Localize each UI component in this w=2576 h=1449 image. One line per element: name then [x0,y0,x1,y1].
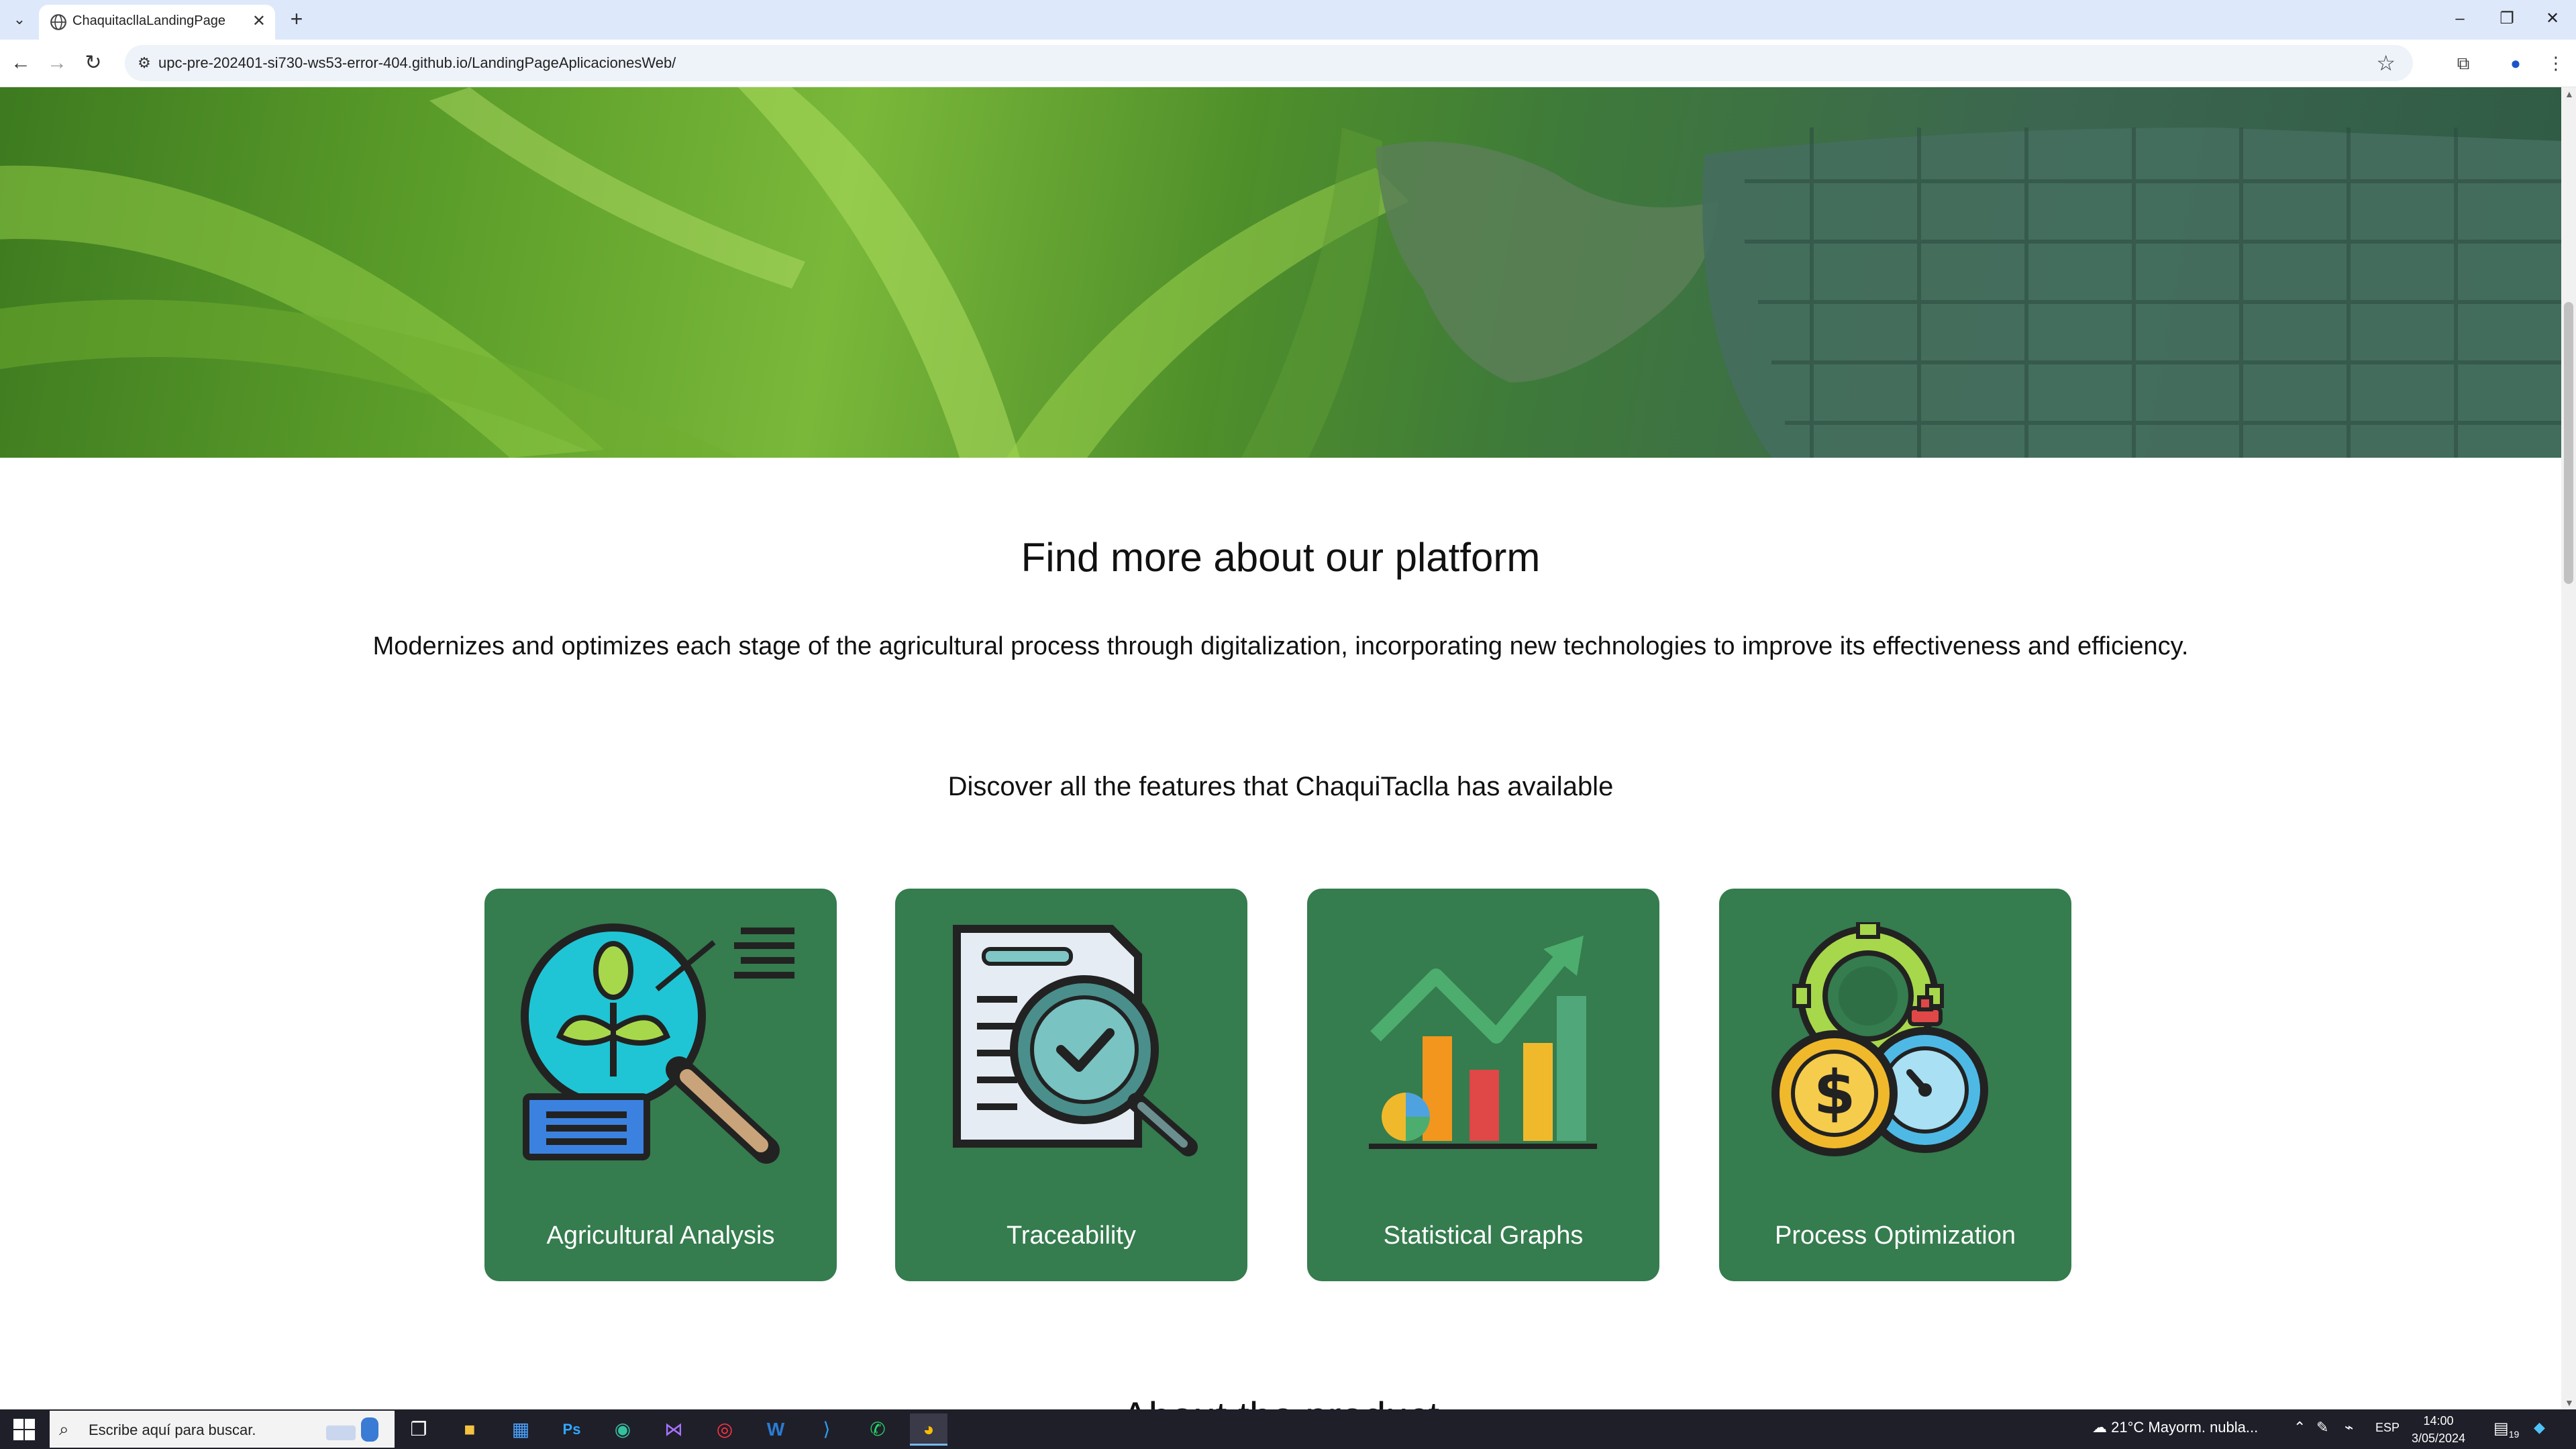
windows-taskbar: ⌕ Escribe aquí para buscar. ❐ ■ ▦ Ps ◉ ⋈… [0,1409,2576,1449]
reload-icon[interactable]: ↻ [79,49,107,77]
next-section-title: About the product [0,1393,2561,1409]
scroll-up-icon[interactable]: ▲ [2565,89,2574,99]
svg-text:$: $ [1814,1058,1856,1128]
edge-browser-icon[interactable]: ◉ [607,1413,639,1446]
section-description: Modernizes and optimizes each stage of t… [372,632,2189,660]
weather-text: 21°C Mayorm. nubla... [2111,1419,2259,1436]
tray-chevron-up-icon[interactable]: ⌃ [2294,1419,2306,1436]
taskbar-clock[interactable]: 14:00 3/05/2024 [2404,1412,2473,1447]
browser-tab-active[interactable]: ChaquitacllaLandingPage ✕ [39,5,275,40]
process-optimization-icon: $ [1771,922,1988,1156]
features-title: Discover all the features that ChaquiTac… [947,772,1614,801]
teams-icon[interactable]: ◆ [2534,1419,2545,1436]
visual-studio-icon[interactable]: ⋈ [658,1413,690,1446]
search-icon: ⌕ [59,1419,69,1439]
opera-icon[interactable]: ◎ [709,1413,741,1446]
feature-label: Agricultural Analysis [546,1221,775,1250]
microsoft-store-icon[interactable]: ▦ [505,1413,537,1446]
feature-label: Process Optimization [1774,1221,2016,1250]
task-view-icon[interactable]: ❐ [403,1413,435,1446]
search-highlight-icon [326,1417,378,1442]
whatsapp-icon[interactable]: ✆ [862,1413,894,1446]
feature-card-traceability[interactable]: Traceability [895,889,1247,1281]
address-bar[interactable]: ⚙ upc-pre-202401-si730-ws53-error-404.gi… [125,45,2413,81]
forward-arrow-icon[interactable]: → [43,49,71,77]
browser-toolbar: ← → ↻ ⚙ upc-pre-202401-si730-ws53-error-… [0,40,2576,87]
agricultural-analysis-icon [521,923,794,1164]
cloud-icon: ☁ [2092,1419,2107,1436]
photoshop-icon[interactable]: Ps [556,1413,588,1446]
close-window-icon[interactable]: ✕ [2532,5,2573,32]
globe-icon [50,14,66,30]
tab-title: ChaquitacllaLandingPage [72,13,225,28]
traceability-icon [953,925,1198,1156]
restore-icon[interactable]: ❐ [2487,5,2527,32]
network-icon[interactable]: ⌁ [2345,1419,2353,1436]
windows-start-icon[interactable] [9,1415,39,1444]
vscode-icon[interactable]: ⟩ [811,1413,843,1446]
minimize-icon[interactable]: – [2440,5,2480,32]
extensions-icon[interactable]: ⧉ [2449,49,2477,77]
section-title: Find more about our platform [1021,535,1541,580]
tab-close-icon[interactable]: ✕ [252,11,266,31]
tab-search-chevron-icon[interactable]: ⌄ [7,7,32,32]
notification-count: 19 [2508,1428,2520,1440]
page-scrollbar[interactable]: ▲ ▼ [2561,87,2576,1409]
browser-menu-icon[interactable]: ⋮ [2542,49,2570,77]
page-viewport: Find more about our platform Modernizes … [0,87,2561,1409]
feature-label: Traceability [1007,1221,1136,1250]
new-tab-button[interactable]: + [283,7,310,32]
url-text[interactable]: upc-pre-202401-si730-ws53-error-404.gith… [158,54,676,72]
feature-card-statistical-graphs[interactable]: Statistical Graphs [1307,889,1659,1281]
word-icon[interactable]: W [760,1413,792,1446]
hero-image [0,87,2561,458]
taskbar-search-box[interactable]: ⌕ Escribe aquí para buscar. [50,1411,395,1448]
search-placeholder: Escribe aquí para buscar. [89,1421,256,1438]
profile-avatar-icon[interactable]: ● [2502,49,2530,77]
weather-widget[interactable]: ☁ 21°C Mayorm. nubla... [2092,1419,2258,1436]
chrome-icon[interactable]: ◕ [910,1413,947,1446]
browser-tab-bar: ⌄ ChaquitacllaLandingPage ✕ + – ❐ ✕ [0,0,2576,40]
pen-icon[interactable]: ✎ [2316,1419,2328,1436]
notification-center-icon[interactable]: ▤19 [2493,1419,2519,1440]
scrollbar-thumb[interactable] [2564,302,2573,584]
language-indicator[interactable]: ESP [2375,1421,2400,1435]
file-explorer-icon[interactable]: ■ [454,1413,486,1446]
feature-label: Statistical Graphs [1383,1221,1584,1250]
feature-card-agricultural-analysis[interactable]: Agricultural Analysis [484,889,837,1281]
scroll-down-icon[interactable]: ▼ [2565,1397,2574,1408]
clock-date: 3/05/2024 [2411,1432,2466,1445]
statistical-graphs-icon [1369,936,1597,1149]
clock-time: 14:00 [2423,1414,2454,1428]
bookmark-star-icon[interactable]: ☆ [2376,50,2395,76]
back-arrow-icon[interactable]: ← [7,49,35,77]
site-info-icon[interactable]: ⚙ [134,53,154,73]
feature-card-process-optimization[interactable]: $ Process Optimization [1719,889,2071,1281]
